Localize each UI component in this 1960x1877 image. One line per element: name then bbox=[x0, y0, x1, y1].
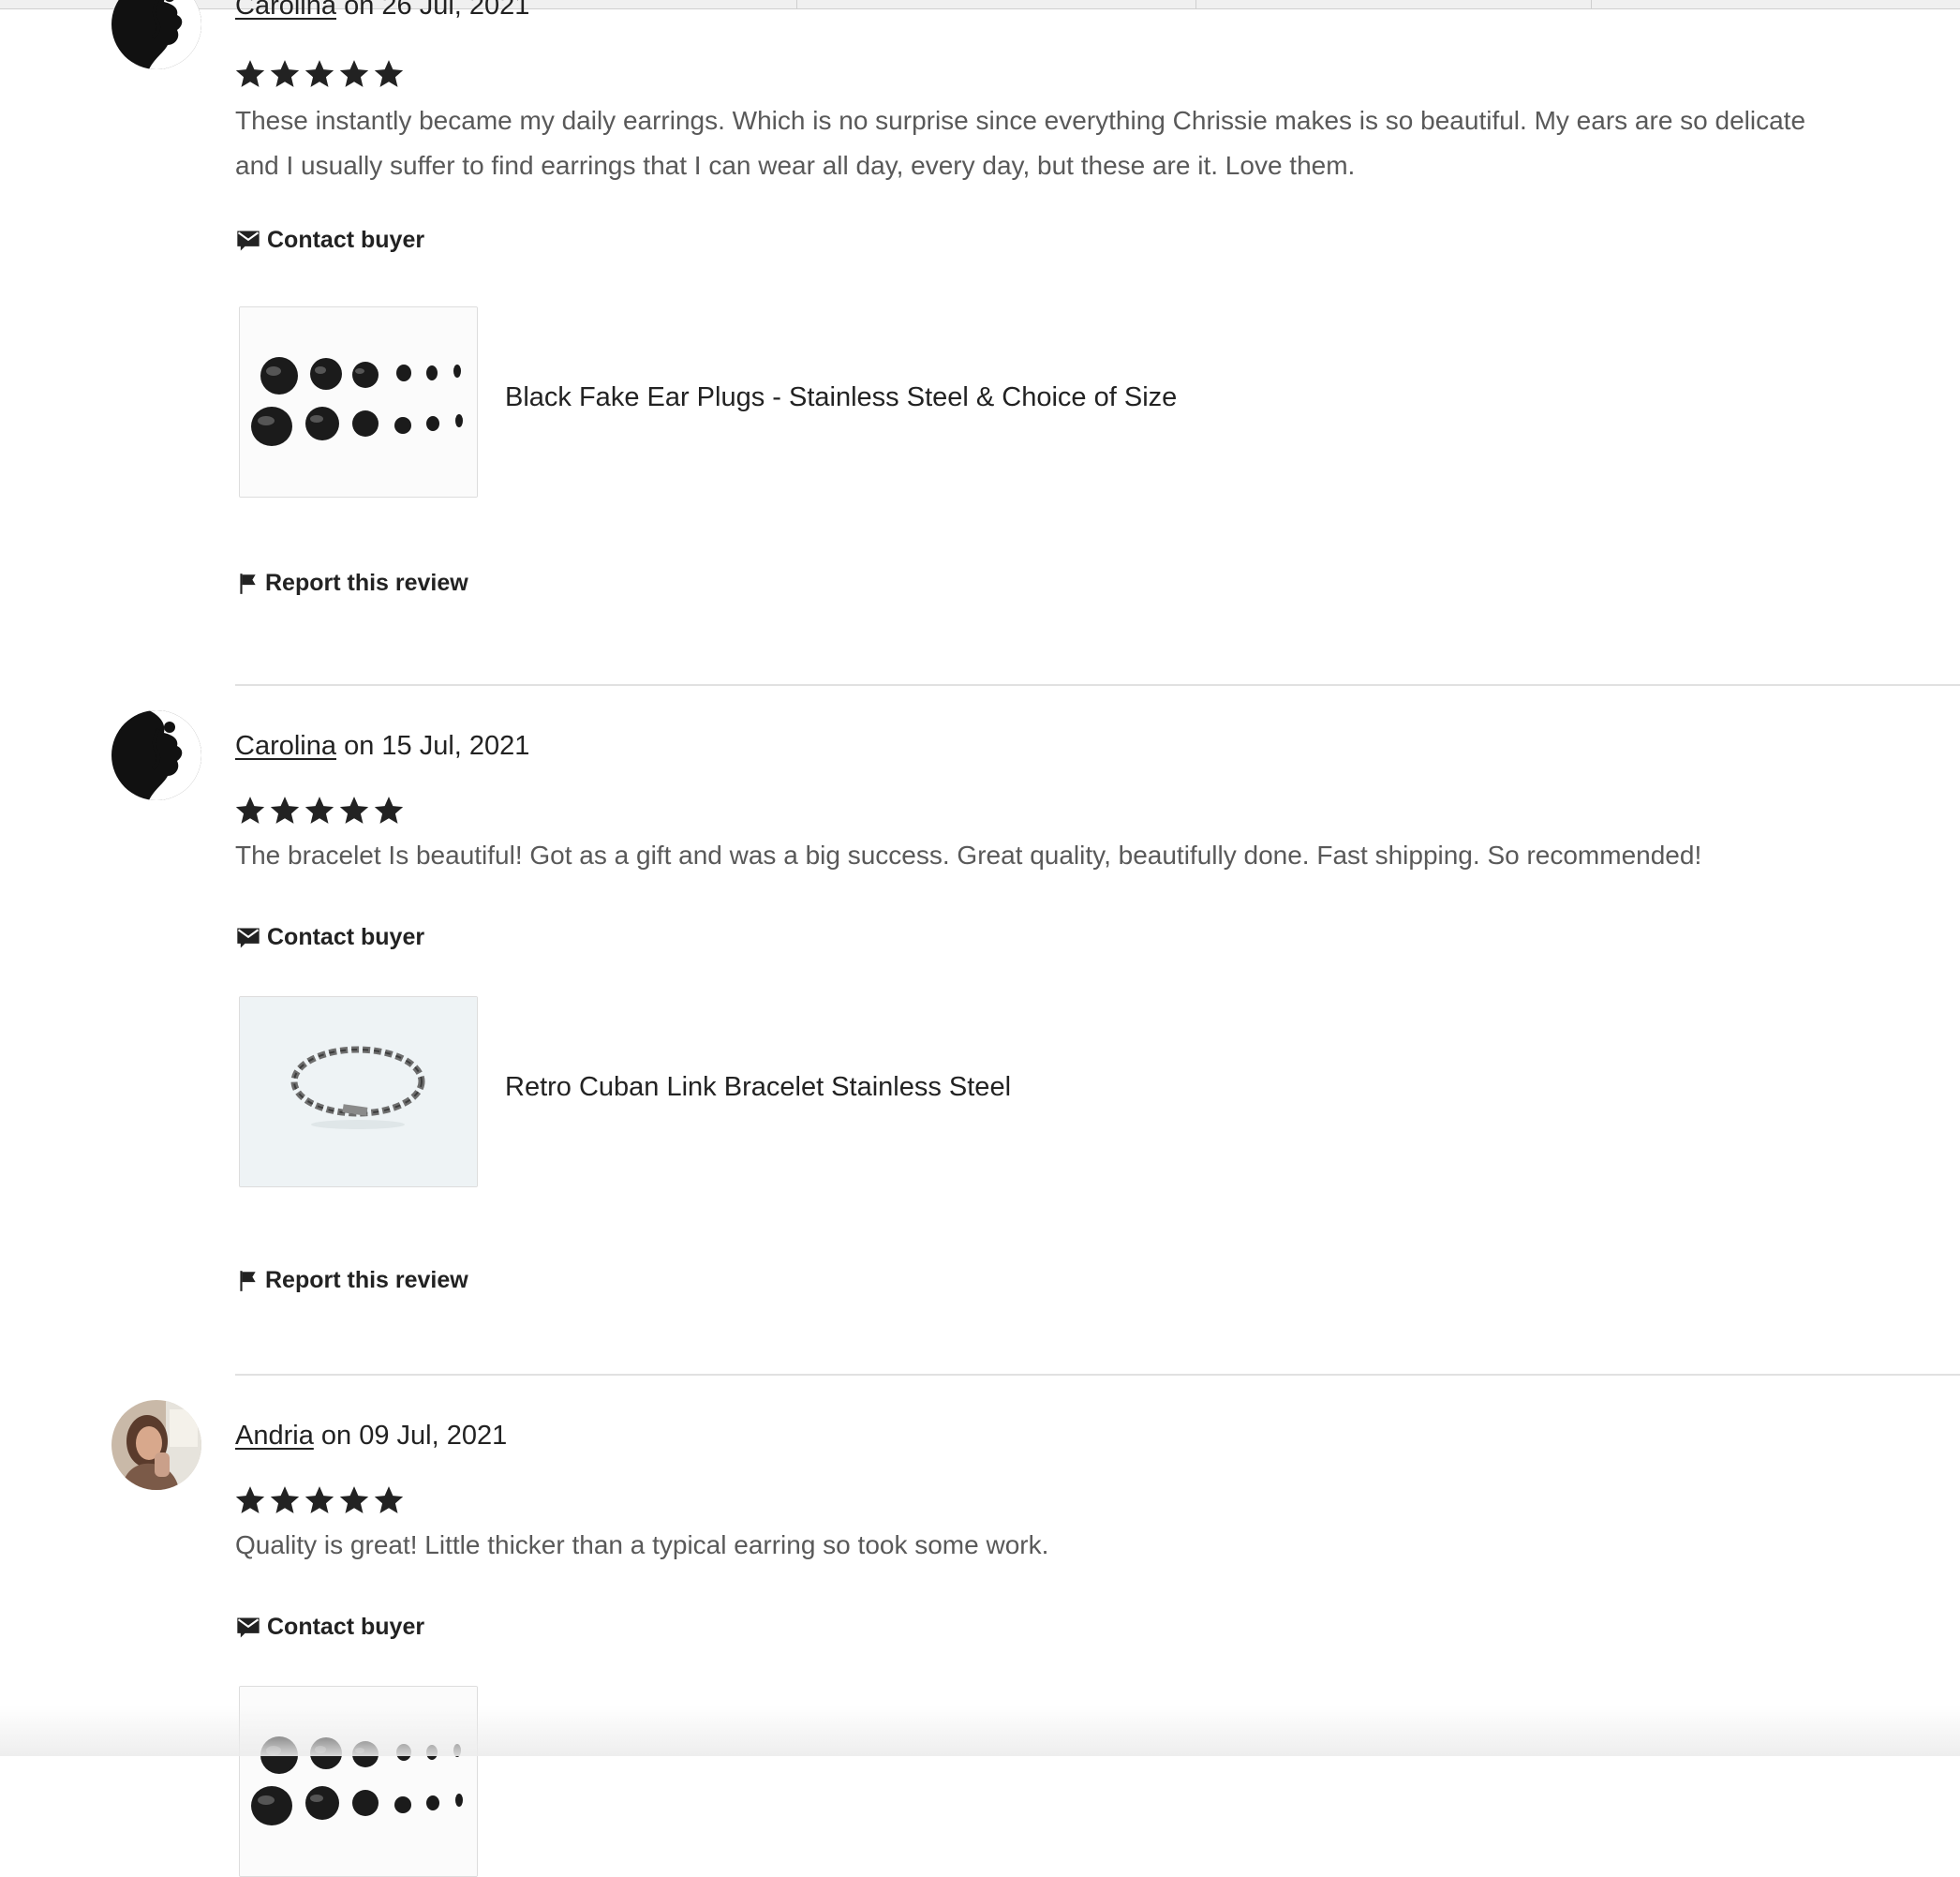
tab-divider bbox=[796, 0, 797, 8]
star-icon bbox=[234, 58, 266, 90]
product-title[interactable]: Black Fake Ear Plugs - Stainless Steel &… bbox=[505, 382, 1177, 413]
star-icon bbox=[269, 1484, 301, 1516]
contact-buyer-label: Contact buyer bbox=[267, 924, 425, 950]
product-thumbnail[interactable] bbox=[239, 306, 478, 498]
review-byline: Carolina on 26 Jul, 2021 bbox=[235, 0, 529, 22]
contact-buyer-label: Contact buyer bbox=[267, 1614, 425, 1640]
reviewer-avatar[interactable] bbox=[111, 710, 201, 800]
contact-buyer-label: Contact buyer bbox=[267, 227, 425, 253]
star-rating bbox=[234, 58, 405, 92]
product-title[interactable]: Retro Cuban Link Bracelet Stainless Stee… bbox=[505, 1072, 1011, 1103]
review-text: Quality is great! Little thicker than a … bbox=[235, 1530, 1049, 1559]
contact-buyer-button[interactable]: Contact buyer bbox=[235, 924, 424, 951]
reviewer-name-link[interactable]: Carolina bbox=[235, 731, 336, 761]
chain-bracelet-icon bbox=[240, 997, 477, 1186]
report-review-button[interactable]: Report this review bbox=[235, 1267, 468, 1294]
review-text: The bracelet Is beautiful! Got as a gift… bbox=[235, 841, 1702, 870]
silhouette-profile-icon bbox=[111, 710, 201, 800]
star-icon bbox=[269, 58, 301, 90]
report-review-label: Report this review bbox=[265, 1267, 468, 1293]
mail-icon bbox=[235, 228, 261, 254]
reviewer-avatar[interactable] bbox=[111, 1400, 201, 1490]
user-photo-icon bbox=[111, 1400, 201, 1490]
report-review-label: Report this review bbox=[265, 570, 468, 596]
tab-divider bbox=[1195, 0, 1196, 8]
report-review-button[interactable]: Report this review bbox=[235, 570, 468, 597]
reviewed-product-link[interactable]: Retro Cuban Link Bracelet Stainless Stee… bbox=[239, 996, 1644, 1187]
reviewed-product-link[interactable] bbox=[239, 1686, 1644, 1877]
mail-icon bbox=[235, 1615, 261, 1641]
star-icon bbox=[373, 795, 405, 827]
review-divider bbox=[235, 684, 1960, 686]
star-icon bbox=[373, 1484, 405, 1516]
product-thumbnail[interactable] bbox=[239, 1686, 478, 1877]
star-icon bbox=[304, 795, 335, 827]
star-icon bbox=[373, 58, 405, 90]
tab-divider bbox=[1591, 0, 1592, 8]
review-text: These instantly became my daily earrings… bbox=[235, 106, 1806, 180]
star-icon bbox=[338, 1484, 370, 1516]
star-rating bbox=[234, 1484, 405, 1518]
reviewer-name-link[interactable]: Carolina bbox=[235, 0, 336, 21]
review-date: on 26 Jul, 2021 bbox=[344, 0, 530, 21]
flag-icon bbox=[235, 572, 260, 596]
review-byline: Andria on 09 Jul, 2021 bbox=[235, 1421, 507, 1452]
black-ear-plugs-icon bbox=[240, 307, 477, 497]
star-icon bbox=[234, 795, 266, 827]
review-date: on 09 Jul, 2021 bbox=[320, 1421, 508, 1451]
star-icon bbox=[269, 795, 301, 827]
review-byline: Carolina on 15 Jul, 2021 bbox=[235, 731, 529, 762]
star-icon bbox=[338, 58, 370, 90]
silhouette-profile-icon bbox=[111, 0, 201, 69]
flag-icon bbox=[235, 1269, 260, 1293]
black-ear-plugs-icon bbox=[240, 1687, 477, 1876]
reviewed-product-link[interactable]: Black Fake Ear Plugs - Stainless Steel &… bbox=[239, 306, 1644, 498]
contact-buyer-button[interactable]: Contact buyer bbox=[235, 1614, 424, 1641]
star-icon bbox=[338, 795, 370, 827]
review-divider bbox=[235, 1374, 1960, 1376]
contact-buyer-button[interactable]: Contact buyer bbox=[235, 227, 424, 254]
review-date: on 15 Jul, 2021 bbox=[344, 731, 530, 761]
mail-icon bbox=[235, 925, 261, 951]
star-icon bbox=[234, 1484, 266, 1516]
star-icon bbox=[304, 1484, 335, 1516]
product-thumbnail[interactable] bbox=[239, 996, 478, 1187]
star-rating bbox=[234, 795, 405, 828]
star-icon bbox=[304, 58, 335, 90]
reviewer-name-link[interactable]: Andria bbox=[235, 1421, 314, 1451]
reviewer-avatar[interactable] bbox=[111, 0, 201, 69]
